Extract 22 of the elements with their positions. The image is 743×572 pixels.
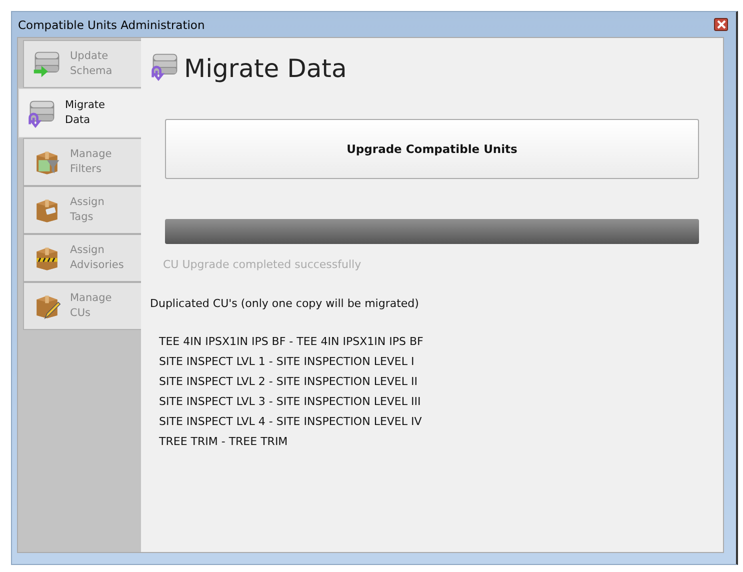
sidebar-tab[interactable]: Manage CUs — [23, 282, 141, 330]
database-icon — [27, 98, 57, 128]
close-icon — [716, 20, 726, 29]
status-text: CU Upgrade completed successfully — [163, 258, 362, 271]
duplicate-item: TREE TRIM - TREE TRIM — [159, 434, 289, 450]
duplicate-item: SITE INSPECT LVL 3 - SITE INSPECTION LEVEL III — [159, 394, 422, 410]
page-title: Migrate Data — [184, 54, 347, 82]
close-button[interactable] — [714, 18, 728, 31]
duplicate-item: SITE INSPECT LVL 4 - SITE INSPECTION LEVEL IV — [159, 414, 423, 430]
window-title: Compatible Units Administration — [18, 18, 205, 32]
database-icon — [150, 51, 180, 81]
sidebar-tab[interactable]: Update Schema — [23, 40, 141, 88]
sidebar-tab[interactable]: Assign Advisories — [23, 234, 141, 282]
duplicate-item: SITE INSPECT LVL 2 - SITE INSPECTION LEVEL II — [159, 374, 418, 390]
sidebar-tab[interactable]: Migrate Data — [18, 88, 141, 138]
duplicate-item: SITE INSPECT LVL 1 - SITE INSPECTION LEVEL I — [159, 354, 416, 370]
duplicate-item: TEE 4IN IPSX1IN IPS BF - TEE 4IN IPSX1IN IPS BF — [159, 334, 424, 350]
sidebar-tab[interactable]: Manage Filters — [23, 138, 141, 186]
sidebar-tab[interactable]: Assign Tags — [23, 186, 141, 234]
upgrade-button[interactable]: Upgrade Compatible Units — [165, 119, 699, 179]
database-icon — [32, 49, 62, 79]
duplicates-heading: Duplicated CU's (only one copy will be migrated) — [150, 297, 420, 310]
